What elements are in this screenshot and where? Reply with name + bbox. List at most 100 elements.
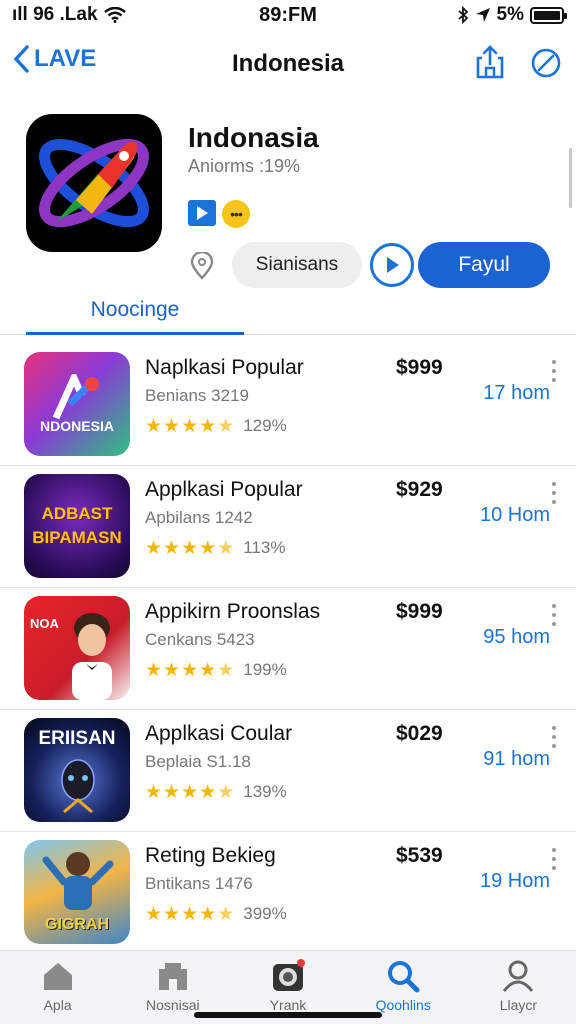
share-icon[interactable] [474,44,506,80]
item-subtitle: Bntikans 1476 [145,874,253,893]
item-thumbnail: ERIISAN [24,718,130,822]
app-subtitle: Aniorms :19% [188,156,301,176]
more-icon[interactable] [550,360,558,382]
item-subtitle: Benians 3219 [145,386,249,405]
item-title: Naplkasi Popular [145,356,304,379]
star-icon: ★ [199,415,217,437]
bottom-nav-label: Llaycr [499,997,538,1013]
list-item[interactable]: ADBAST BIPAMASN Applkasi Popular Apbilan… [0,466,576,588]
item-subtitle: Apbilans 1242 [145,508,253,527]
status-time: 89:FM [259,3,317,26]
item-distance: 91 hom [483,748,550,770]
bottom-nav-profile[interactable]: Llaycr [461,951,576,1024]
play-button[interactable] [370,243,414,287]
item-thumbnail: NOA [24,596,130,700]
secondary-button[interactable]: Sianisans [232,242,362,288]
bottom-nav-home[interactable]: Apla [0,951,115,1024]
badges: ••• [188,200,250,228]
star-icon: ★ [163,781,181,803]
back-button[interactable]: LAVE [12,44,96,74]
rating-percent: 139% [243,782,287,801]
item-distance: 17 hom [483,382,550,404]
star-icon: ★ [199,903,217,925]
dots-badge-icon: ••• [222,200,250,228]
more-icon[interactable] [550,604,558,626]
bottom-nav-label: Nosnisai [145,997,200,1013]
chevron-left-icon [13,45,29,73]
back-label: LAVE [34,45,97,72]
person-icon [503,960,534,992]
star-icon: ★ [145,415,163,437]
bottom-nav-label: Yrank [269,997,307,1013]
star-rating: ★ ★ ★ ★ ★ 139% [145,782,287,802]
rating-percent: 199% [243,660,287,679]
half-star-icon: ★ [217,415,235,437]
bottom-nav-label: Apla [43,997,72,1013]
item-distance: 10 Hom [479,504,550,526]
bottom-nav-label: Qoohlins [375,997,431,1013]
list-item[interactable]: NOA Appikirn Proonslas Cenkans 5423 ★ ★ ★ ★… [0,588,576,710]
list-item[interactable]: ERIISAN Applkasi Coular Beplaia S1.18 ★ ★… [0,710,576,832]
home-icon [43,963,72,990]
item-distance: 19 Hom [479,870,550,892]
action-row: Sianisans Fayul [188,242,564,288]
store-icon [158,963,187,990]
more-icon[interactable] [550,726,558,748]
item-title: Applkasi Popular [145,478,303,501]
compass-icon[interactable] [530,44,562,80]
camera-icon [273,959,305,991]
star-rating: ★ ★ ★ ★ ★ 199% [145,660,287,680]
item-thumbnail: GIGRAH [24,840,130,944]
star-icon: ★ [145,659,163,681]
item-title: Appikirn Proonslas [145,600,321,623]
item-price: $029 [396,722,443,745]
half-star-icon: ★ [217,781,235,803]
star-icon: ★ [181,537,199,559]
item-price: $999 [396,356,443,379]
battery-percent: 5% [496,4,524,25]
star-icon: ★ [181,781,199,803]
item-price: $999 [396,600,443,623]
location-pin-icon[interactable] [188,252,216,280]
app-list: NDONESIA Naplkasi Popular Benians 3219 ★… [0,344,576,954]
nav-actions [474,44,562,80]
more-icon[interactable] [550,482,558,504]
item-thumbnail: ADBAST BIPAMASN [24,474,130,578]
star-icon: ★ [145,781,163,803]
thumb-text: ERIISAN [38,728,116,749]
star-rating: ★ ★ ★ ★ ★ 129% [145,416,287,436]
bluetooth-icon [457,6,468,24]
item-price: $929 [396,478,443,501]
item-title: Applkasi Coular [145,722,293,745]
tab-bar: Noocinge [0,290,576,335]
star-icon: ★ [199,537,217,559]
star-icon: ★ [181,659,199,681]
star-rating: ★ ★ ★ ★ ★ 399% [145,904,287,924]
thumb-text: GIGRAH [45,916,109,933]
star-icon: ★ [181,415,199,437]
item-thumbnail: NDONESIA [24,352,130,456]
rating-percent: 129% [243,416,287,435]
item-distance: 95 hom [483,626,550,648]
star-icon: ★ [163,903,181,925]
play-icon [387,257,399,273]
item-subtitle: Beplaia S1.18 [145,752,251,771]
more-icon[interactable] [550,848,558,870]
scroll-indicator[interactable] [569,148,572,208]
star-icon: ★ [163,415,181,437]
list-item[interactable]: GIGRAH Reting Bekieg Bntikans 1476 ★ ★ ★ ★ ★… [0,832,576,954]
play-store-icon [188,200,216,226]
star-icon: ★ [163,659,181,681]
nav-bar: LAVE Indonesia [0,36,576,92]
rating-percent: 399% [243,904,287,923]
tab-active[interactable]: Noocinge [26,290,244,335]
star-icon: ★ [199,659,217,681]
primary-button[interactable]: Fayul [418,242,550,288]
half-star-icon: ★ [217,537,235,559]
star-icon: ★ [181,903,199,925]
star-rating: ★ ★ ★ ★ ★ 113% [145,538,285,558]
carrier-text: ıll 96 .Lak [12,4,98,25]
thumb-text: NDONESIA [40,418,114,434]
home-indicator[interactable] [194,1012,382,1018]
list-item[interactable]: NDONESIA Naplkasi Popular Benians 3219 ★… [0,344,576,466]
